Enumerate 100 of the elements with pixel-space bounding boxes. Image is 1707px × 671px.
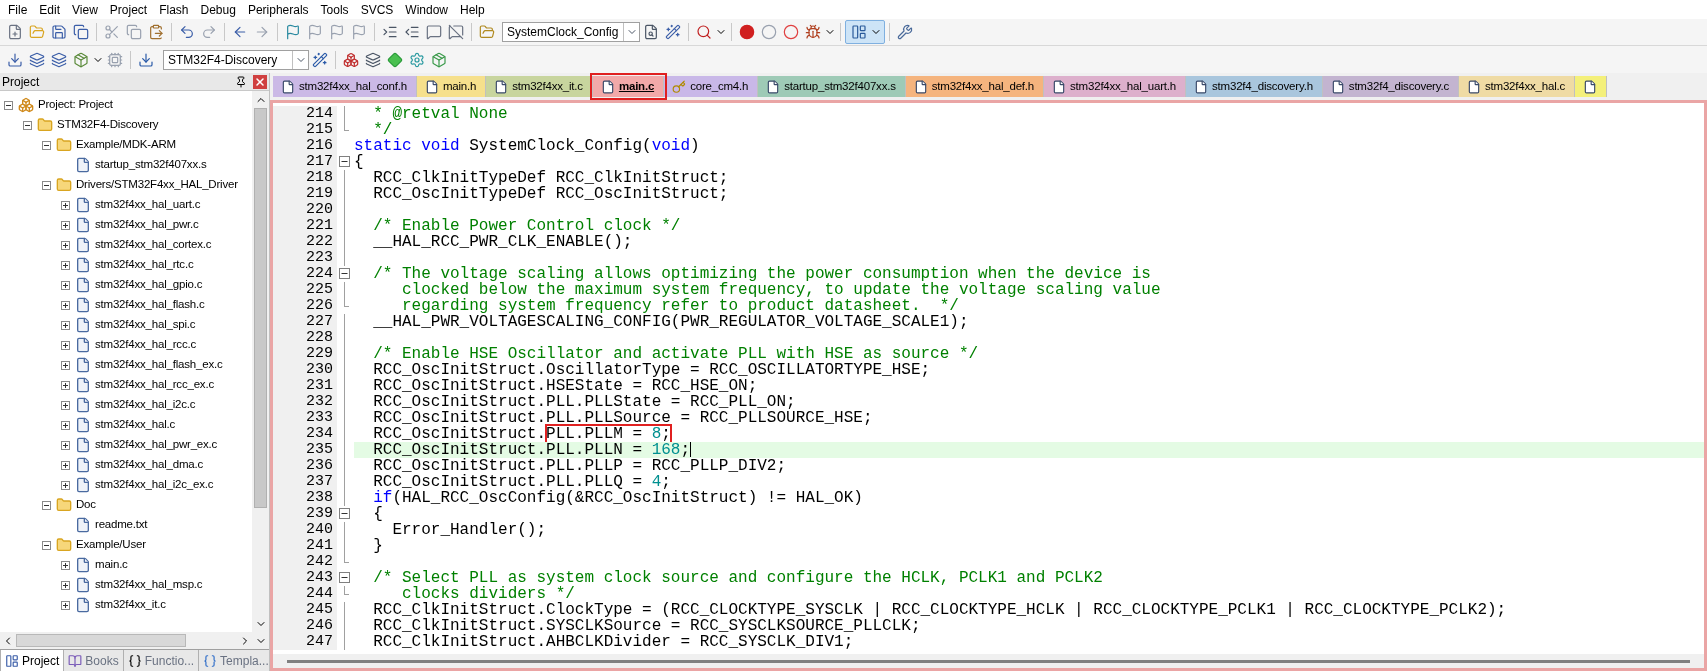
tree-item[interactable]: startup_stm32f407xx.s (94, 156, 208, 174)
folder-icon[interactable] (479, 24, 495, 40)
tree-item[interactable]: stm32f4xx_hal_i2c.c (94, 396, 197, 414)
rebuild-icon[interactable] (51, 51, 67, 68)
panel-tab[interactable]: Books (64, 650, 124, 671)
file-tab[interactable]: stm32f4xx_hal_uart.h (1044, 76, 1186, 97)
tree-item[interactable]: Example/User (75, 536, 147, 554)
tree-item[interactable]: stm32f4xx_hal_pwr.c (94, 216, 200, 234)
wrench-icon[interactable] (897, 24, 913, 40)
layers-icon[interactable] (365, 51, 381, 68)
menu-item[interactable]: SVCS (354, 0, 400, 19)
tree-item[interactable]: stm32f4xx_hal_spi.c (94, 316, 197, 334)
options-wand-icon[interactable] (312, 51, 328, 68)
expand-toggle[interactable] (61, 580, 70, 590)
uncomment-icon[interactable] (448, 24, 464, 40)
collapse-toggle[interactable] (42, 540, 51, 550)
menu-item[interactable]: File (2, 0, 34, 19)
target-dropdown[interactable]: STM32F4-Discovery (163, 49, 309, 70)
file-tab[interactable]: stm32f4xx_hal_conf.h (273, 76, 417, 97)
expand-toggle[interactable] (61, 340, 70, 350)
comment-icon[interactable] (426, 24, 442, 40)
outdent-icon[interactable] (404, 24, 420, 40)
save-all-icon[interactable] (73, 24, 89, 40)
paste-icon[interactable] (148, 24, 164, 40)
tree-item[interactable]: Project: Project (37, 96, 114, 114)
panel-tab[interactable]: Project (0, 650, 65, 671)
tree-item[interactable]: Doc (75, 496, 97, 514)
tree-item[interactable]: stm32f4xx_hal_flash.c (94, 296, 206, 314)
collapse-toggle[interactable] (42, 500, 51, 510)
build-icon[interactable] (29, 51, 45, 68)
tree-item[interactable]: stm32f4xx_hal_msp.c (94, 576, 204, 594)
file-tab[interactable]: core_cm4.h (664, 76, 759, 97)
tree-item[interactable]: stm32f4xx_hal_rcc.c (94, 336, 198, 354)
file-tab[interactable]: main.h (416, 76, 487, 97)
tree-item[interactable]: stm32f4xx_hal_dma.c (94, 456, 205, 474)
expand-toggle[interactable] (61, 280, 70, 290)
fold-toggle[interactable] (339, 572, 350, 583)
search-icon[interactable] (696, 24, 712, 40)
file-tab[interactable]: startup_stm32f407xx.s (758, 76, 906, 97)
tree-item[interactable]: Example/MDK-ARM (75, 136, 177, 154)
wand-icon[interactable] (665, 24, 681, 40)
horizontal-scrollbar[interactable] (0, 632, 269, 649)
tree-item[interactable]: stm32f4xx_hal_gpio.c (94, 276, 204, 294)
collapse-toggle[interactable] (42, 180, 51, 190)
pin-icon[interactable] (235, 75, 247, 88)
expand-toggle[interactable] (61, 600, 70, 610)
package-icon[interactable] (431, 51, 447, 68)
expand-toggle[interactable] (61, 380, 70, 390)
expand-toggle[interactable] (61, 220, 70, 230)
vertical-scrollbar[interactable] (252, 91, 269, 632)
file-tab[interactable] (1575, 76, 1608, 97)
menu-item[interactable]: Project (103, 0, 154, 19)
expand-toggle[interactable] (61, 260, 70, 270)
expand-toggle[interactable] (61, 480, 70, 490)
tree-item[interactable]: STM32F4-Discovery (56, 116, 160, 134)
menu-item[interactable]: Help (454, 0, 491, 19)
expand-toggle[interactable] (61, 440, 70, 450)
expand-toggle[interactable] (61, 200, 70, 210)
expand-toggle[interactable] (61, 420, 70, 430)
tree-item[interactable]: stm32f4xx_hal_flash_ex.c (94, 356, 224, 374)
menu-item[interactable]: Debug (194, 0, 242, 19)
expand-toggle[interactable] (61, 400, 70, 410)
circle-icon[interactable] (783, 24, 799, 40)
file-tab[interactable]: stm32f4_discovery.h (1186, 76, 1323, 97)
gear-icon[interactable] (409, 51, 425, 68)
expand-toggle[interactable] (61, 360, 70, 370)
function-dropdown[interactable]: SystemClock_Config (502, 22, 640, 42)
close-button[interactable] (253, 74, 267, 89)
tree-item[interactable]: readme.txt (94, 516, 149, 534)
menu-item[interactable]: Tools (314, 0, 355, 19)
expand-toggle[interactable] (61, 300, 70, 310)
file-tab[interactable]: stm32f4xx_hal.c (1459, 76, 1576, 97)
tree-item[interactable]: stm32f4xx_hal.c (94, 416, 177, 434)
tree-item[interactable]: stm32f4xx_it.c (94, 596, 167, 614)
fold-toggle[interactable] (339, 268, 350, 279)
menu-item[interactable]: Flash (153, 0, 195, 19)
collapse-toggle[interactable] (42, 140, 51, 150)
collapse-toggle[interactable] (4, 100, 13, 110)
menu-item[interactable]: Edit (33, 0, 67, 19)
tree-item[interactable]: stm32f4xx_hal_i2c_ex.c (94, 476, 215, 494)
tree-item[interactable]: Drivers/STM32F4xx_HAL_Driver (75, 176, 239, 194)
panel-tab[interactable]: Functio... (123, 650, 200, 671)
expand-toggle[interactable] (61, 560, 70, 570)
expand-toggle[interactable] (61, 320, 70, 330)
file-tab[interactable]: stm32f4_discovery.c (1322, 76, 1459, 97)
file-tab[interactable]: stm32f4xx_it.c (486, 76, 593, 97)
menu-item[interactable]: Window (399, 0, 454, 19)
expand-toggle[interactable] (61, 240, 70, 250)
tree-item[interactable]: stm32f4xx_hal_rtc.c (94, 256, 195, 274)
file-search-icon[interactable] (643, 24, 659, 40)
components-icon[interactable] (343, 51, 359, 68)
horizontal-scrollbar[interactable] (273, 654, 1704, 668)
breakpoint-icon[interactable] (739, 24, 755, 40)
indent-icon[interactable] (382, 24, 398, 40)
fold-toggle[interactable] (339, 508, 350, 519)
menu-item[interactable]: View (66, 0, 104, 19)
translate-icon[interactable] (7, 51, 23, 68)
tree-item[interactable]: stm32f4xx_hal_pwr_ex.c (94, 436, 219, 454)
back-icon[interactable] (232, 24, 248, 40)
collapse-toggle[interactable] (23, 120, 32, 130)
